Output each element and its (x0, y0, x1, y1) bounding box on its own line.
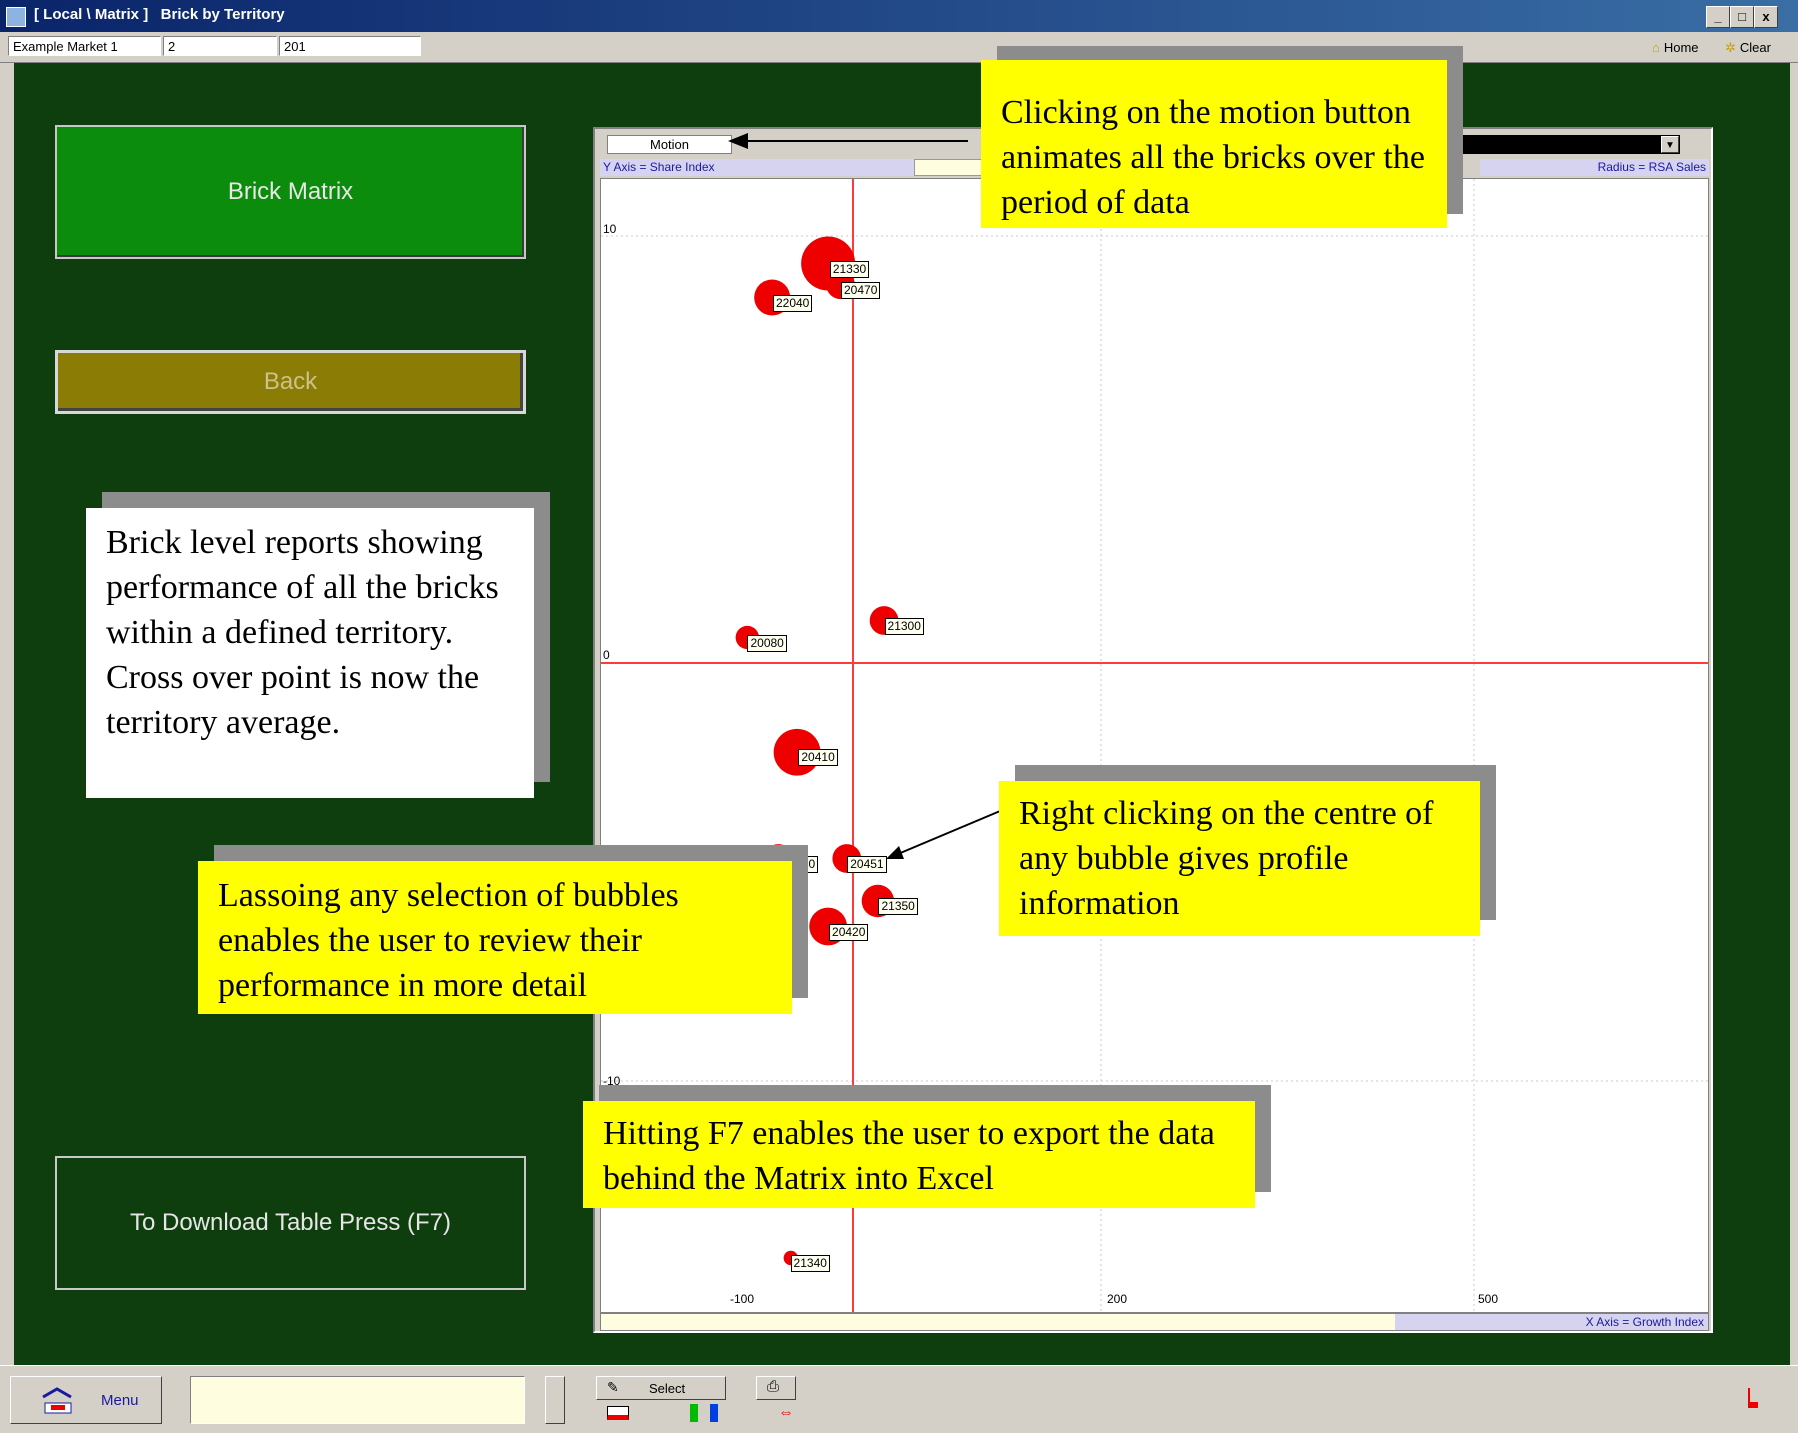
blue-bar-icon[interactable] (710, 1404, 718, 1422)
printer-icon: ⎙ (767, 1378, 780, 1395)
menu-label: Menu (101, 1392, 139, 1409)
splitter-handle[interactable] (545, 1376, 565, 1424)
brick-callout: Brick level reports showing performance … (86, 492, 550, 798)
swap-arrows-icon[interactable]: ⇔ (778, 1404, 794, 1422)
menu-icon (42, 1387, 72, 1414)
menu-button[interactable]: Menu (10, 1376, 162, 1424)
lasso-callout-text: Lassoing any selection of bubbles enable… (198, 861, 792, 1014)
select-button[interactable]: ✎ Select (596, 1376, 726, 1400)
resize-grip-icon[interactable] (1748, 1388, 1758, 1408)
motion-callout-text: Clicking on the motion button animates a… (981, 60, 1447, 228)
f7-callout: Hitting F7 enables the user to export th… (583, 1085, 1271, 1208)
rightclick-arrow (897, 805, 1013, 855)
motion-callout: Clicking on the motion button animates a… (981, 46, 1463, 228)
motion-arrowhead (728, 133, 748, 149)
select-icon: ✎ (607, 1379, 619, 1395)
green-bar-icon[interactable] (690, 1404, 698, 1422)
print-button[interactable]: ⎙ (756, 1376, 796, 1400)
select-label: Select (649, 1381, 686, 1396)
brick-callout-text: Brick level reports showing performance … (86, 508, 534, 798)
rightclick-callout: Right clicking on the centre of any bubb… (999, 765, 1496, 936)
rightclick-arrowhead (886, 846, 904, 859)
layout-icon[interactable] (607, 1406, 629, 1420)
f7-callout-text: Hitting F7 enables the user to export th… (583, 1101, 1255, 1208)
lasso-callout: Lassoing any selection of bubbles enable… (198, 845, 808, 1014)
rightclick-callout-text: Right clicking on the centre of any bubb… (999, 781, 1480, 936)
status-bar: Menu ✎ Select ⎙ ⇔ (0, 1365, 1798, 1433)
status-input[interactable] (190, 1376, 525, 1424)
